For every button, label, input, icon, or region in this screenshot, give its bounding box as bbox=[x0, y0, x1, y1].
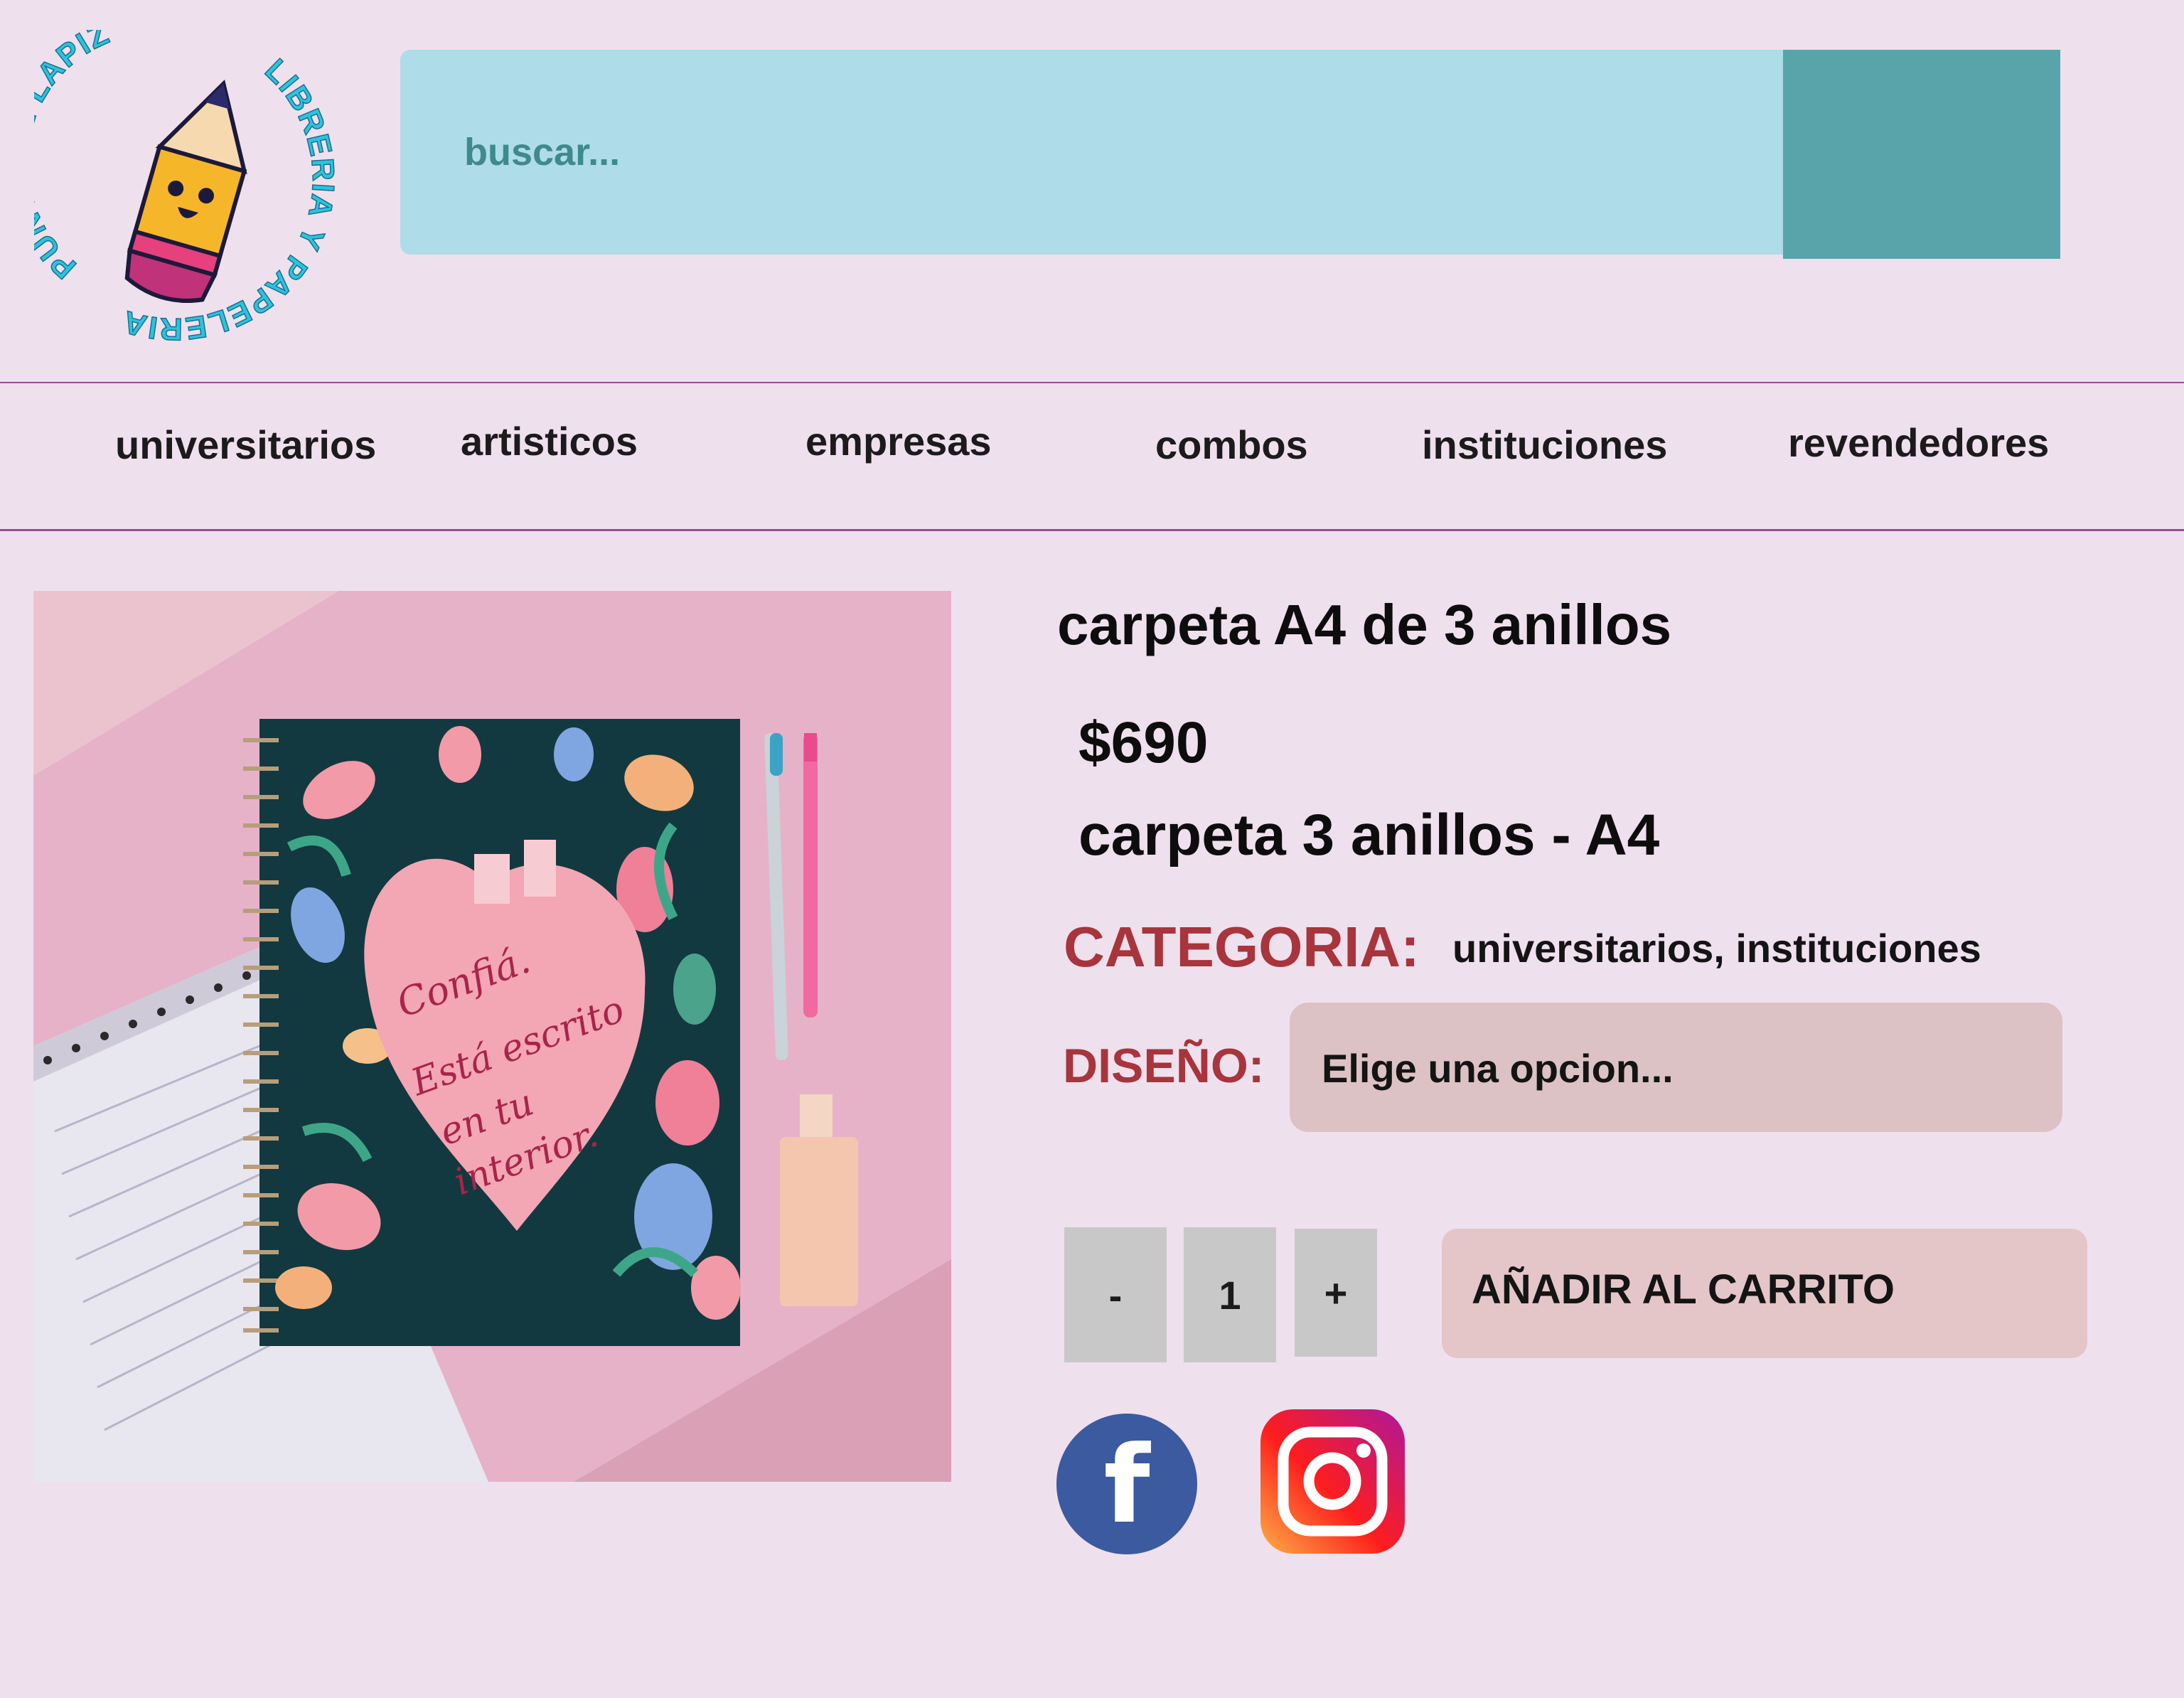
product-subtitle: carpeta 3 anillos - A4 bbox=[1078, 803, 1660, 867]
quantity-increment-button[interactable]: + bbox=[1295, 1229, 1377, 1357]
facebook-glyph: f bbox=[1103, 1424, 1151, 1547]
product-image[interactable]: Confiá. Está escrito en tu interior. bbox=[33, 591, 951, 1482]
facebook-icon[interactable]: f bbox=[1056, 1414, 1197, 1554]
svg-text:PUNTA DE LAPIZ: PUNTA DE LAPIZ bbox=[34, 30, 115, 285]
nav-item-instituciones[interactable]: instituciones bbox=[1422, 422, 1667, 468]
nav-item-revendedores[interactable]: revendedores bbox=[1788, 420, 2049, 466]
product-title: carpeta A4 de 3 anillos bbox=[1057, 593, 1672, 656]
nav-item-combos[interactable]: combos bbox=[1155, 422, 1308, 468]
add-to-cart-label: AÑADIR AL CARRITO bbox=[1472, 1266, 1895, 1313]
logo-ring-text-top: PUNTA DE LAPIZ bbox=[0, 15, 114, 286]
nav-item-universitarios[interactable]: universitarios bbox=[115, 422, 376, 468]
notebook-photo: Confiá. Está escrito en tu interior. bbox=[33, 591, 951, 1482]
category-values: universitarios, instituciones bbox=[1452, 926, 1981, 971]
quantity-decrement-button[interactable]: - bbox=[1064, 1227, 1167, 1362]
nav-item-empresas[interactable]: empresas bbox=[805, 418, 992, 464]
quantity-value[interactable]: 1 bbox=[1184, 1227, 1276, 1362]
category-label: CATEGORIA: bbox=[1064, 915, 1420, 978]
logo[interactable]: PUNTA DE LAPIZ LIBRERIA Y PAPELERIA bbox=[0, 15, 354, 347]
design-select[interactable]: Elige una opcion... bbox=[1290, 1003, 2062, 1132]
nav-divider-bottom bbox=[0, 529, 2184, 531]
add-to-cart-button[interactable]: AÑADIR AL CARRITO bbox=[1442, 1229, 2087, 1358]
product-price: $690 bbox=[1078, 710, 1209, 775]
pencil-mascot-icon: PUNTA DE LAPIZ LIBRERIA Y PAPELERIA bbox=[0, 15, 340, 347]
search-button[interactable] bbox=[1783, 50, 2060, 259]
instagram-icon[interactable] bbox=[1260, 1409, 1405, 1554]
search-bar bbox=[400, 50, 2060, 259]
nav-item-artisticos[interactable]: artisticos bbox=[461, 418, 638, 464]
design-label: DISEÑO: bbox=[1063, 1039, 1265, 1093]
nav-divider-top bbox=[0, 382, 2184, 383]
design-select-placeholder: Elige una opcion... bbox=[1322, 1046, 1674, 1091]
search-input[interactable] bbox=[400, 50, 1779, 255]
